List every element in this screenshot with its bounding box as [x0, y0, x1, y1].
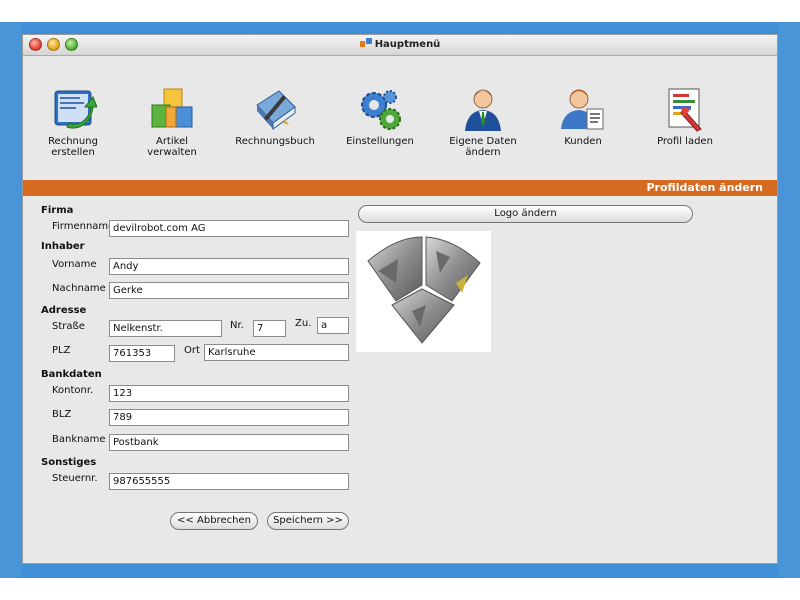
section-title: Profildaten ändern [646, 181, 764, 194]
ort-label: Ort [184, 345, 200, 356]
nachname-field[interactable]: Gerke [109, 282, 349, 299]
plz-field[interactable]: 761353 [109, 345, 175, 362]
company-logo-image [367, 236, 481, 344]
ort-field[interactable]: Karlsruhe [204, 344, 349, 361]
toolbar: Rechnung erstellen Artikel verwalten Rec… [23, 85, 777, 175]
app-icon [359, 38, 372, 47]
vorname-field[interactable]: Andy [109, 258, 349, 275]
toolbar-item-rechnung-erstellen[interactable]: Rechnung erstellen [43, 85, 103, 158]
title-bar[interactable]: Hauptmenü [23, 35, 777, 56]
blz-field[interactable]: 789 [109, 409, 349, 426]
section-header: Profildaten ändern [23, 180, 777, 196]
group-heading-sonstiges: Sonstiges [41, 457, 97, 468]
toolbar-item-artikel-verwalten[interactable]: Artikel verwalten [131, 85, 213, 158]
steuernr-field[interactable]: 987655555 [109, 473, 349, 490]
group-heading-adresse: Adresse [41, 305, 87, 316]
toolbar-item-einstellungen[interactable]: Einstellungen [345, 85, 415, 147]
strasse-label: Straße [52, 321, 85, 332]
zusatz-field[interactable]: a [317, 317, 349, 334]
main-window: Hauptmenü Rechnung erstellen Artikel ver… [22, 34, 778, 564]
toolbar-item-eigene-daten[interactable]: Eigene Daten ändern [445, 85, 521, 158]
kontonr-label: Kontonr. [52, 385, 94, 396]
plz-label: PLZ [52, 345, 71, 356]
customer-icon [561, 89, 604, 130]
group-heading-bankdaten: Bankdaten [41, 369, 102, 380]
toolbar-item-kunden[interactable]: Kunden [553, 85, 613, 147]
user-business-icon [465, 89, 501, 131]
window-title: Hauptmenü [23, 38, 777, 50]
save-button[interactable]: Speichern >> [267, 512, 349, 530]
gears-icon [361, 90, 401, 130]
change-logo-button[interactable]: Logo ändern [358, 205, 693, 223]
bankname-field[interactable]: Postbank [109, 434, 349, 451]
nr-label: Nr. [230, 320, 244, 331]
firmenname-label: Firmenname [52, 221, 115, 232]
book-pen-icon [256, 90, 296, 130]
zusatz-label: Zu. [295, 318, 312, 329]
boxes-icon [151, 88, 193, 128]
nachname-label: Nachname [52, 283, 106, 294]
group-heading-firma: Firma [41, 205, 74, 216]
steuernr-label: Steuernr. [52, 473, 98, 484]
toolbar-item-profil-laden[interactable]: Profil laden [651, 85, 719, 147]
bankname-label: Bankname [52, 434, 106, 445]
toolbar-item-rechnungsbuch[interactable]: Rechnungsbuch [235, 85, 315, 147]
nr-field[interactable]: 7 [253, 320, 286, 337]
cancel-button[interactable]: << Abbrechen [170, 512, 258, 530]
vorname-label: Vorname [52, 259, 97, 270]
firmenname-field[interactable]: devilrobot.com AG [109, 220, 349, 237]
strasse-field[interactable]: Nelkenstr. [109, 320, 222, 337]
blz-label: BLZ [52, 409, 72, 420]
profile-load-icon [668, 88, 702, 132]
logo-preview [356, 231, 491, 352]
kontonr-field[interactable]: 123 [109, 385, 349, 402]
invoice-create-icon [54, 90, 97, 129]
group-heading-inhaber: Inhaber [41, 241, 85, 252]
